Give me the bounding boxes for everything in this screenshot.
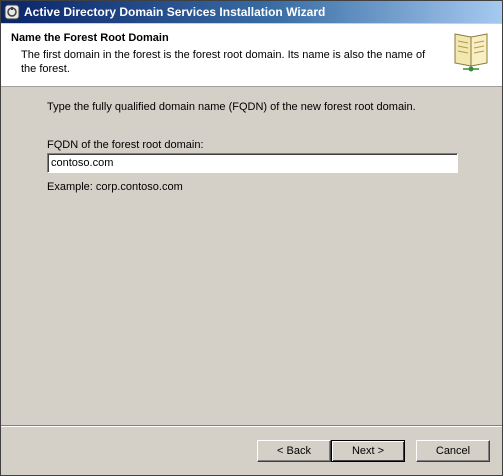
page-title: Name the Forest Root Domain [11, 32, 169, 44]
page-description: The first domain in the forest is the fo… [21, 49, 426, 75]
example-text: Example: corp.contoso.com [47, 181, 183, 193]
next-button[interactable]: Next > [331, 440, 405, 462]
cancel-button[interactable]: Cancel [416, 440, 490, 462]
wizard-header: Name the Forest Root Domain The first do… [1, 24, 502, 87]
fqdn-input[interactable] [47, 153, 458, 173]
window-title: Active Directory Domain Services Install… [24, 5, 326, 19]
book-icon [451, 28, 491, 72]
instruction-text: Type the fully qualified domain name (FQ… [47, 101, 416, 113]
fqdn-label: FQDN of the forest root domain: [47, 139, 204, 151]
wizard-body: Type the fully qualified domain name (FQ… [1, 87, 502, 425]
title-bar[interactable]: Active Directory Domain Services Install… [1, 1, 502, 23]
ad-wizard-icon [4, 4, 20, 20]
wizard-window: Active Directory Domain Services Install… [0, 0, 503, 476]
back-button[interactable]: < Back [257, 440, 331, 462]
button-divider [1, 425, 502, 427]
